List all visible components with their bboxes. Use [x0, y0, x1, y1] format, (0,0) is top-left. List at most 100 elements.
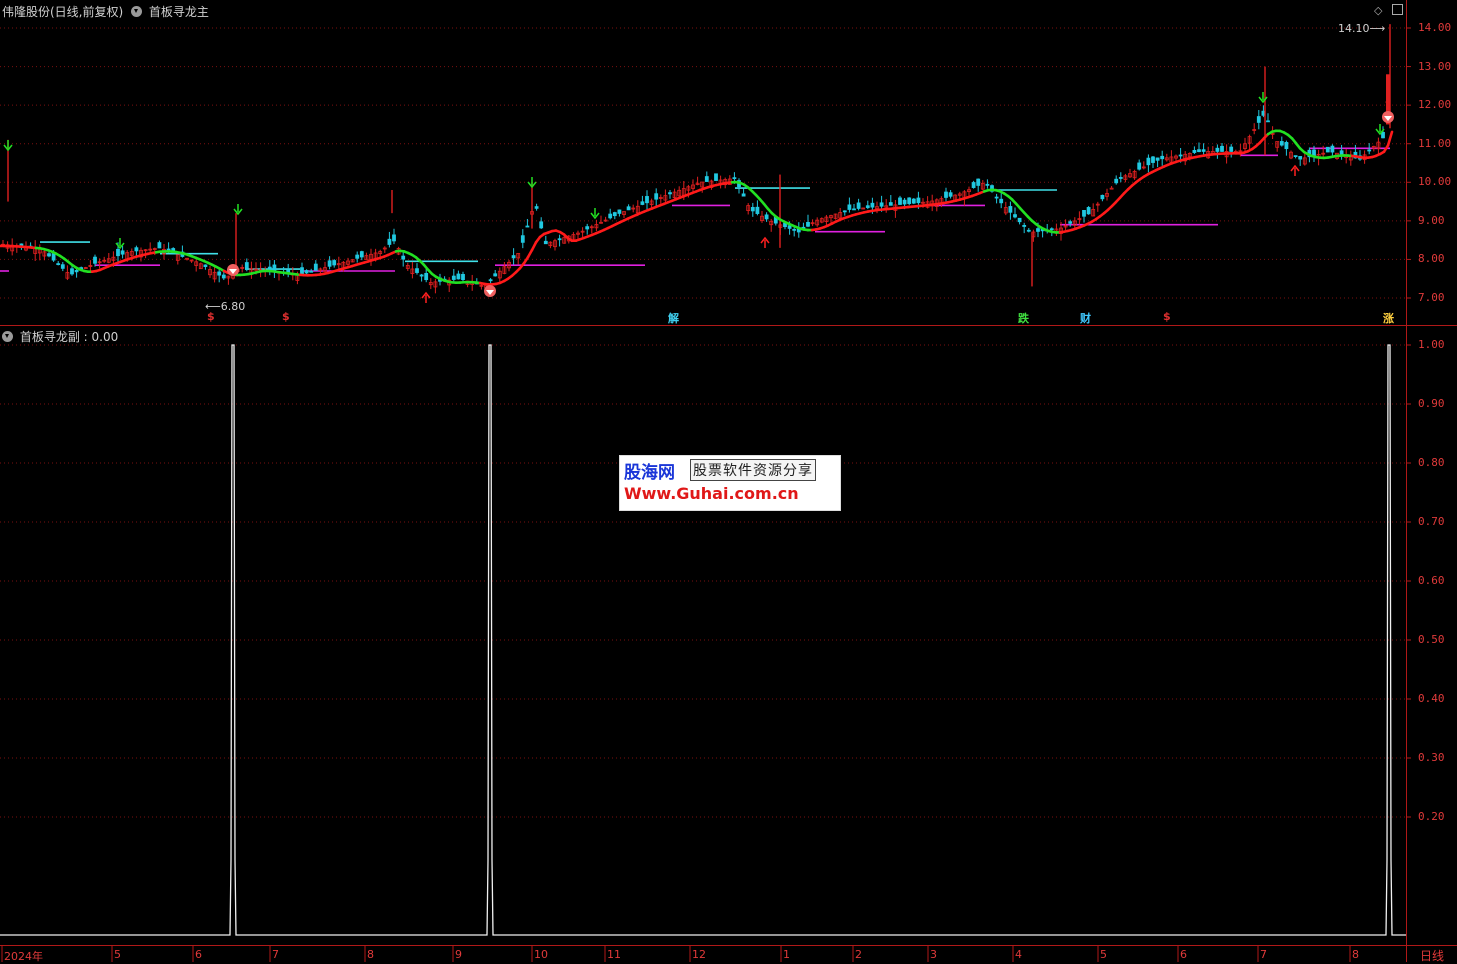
- candle-body: [807, 222, 810, 226]
- candle-body: [540, 222, 543, 228]
- x-label: 1: [783, 948, 790, 961]
- y-label: 0.90: [1418, 397, 1445, 410]
- candle-body: [521, 236, 524, 243]
- candle-body: [655, 194, 658, 199]
- x-label: 6: [195, 948, 202, 961]
- candle-body: [899, 198, 902, 205]
- candle-body: [1230, 147, 1233, 151]
- candle-body: [121, 251, 124, 254]
- y-label: 9.00: [1418, 214, 1445, 227]
- candle-body: [871, 203, 874, 207]
- candle-body: [301, 268, 304, 275]
- candle-body: [1087, 207, 1090, 213]
- candle-body: [158, 243, 161, 248]
- candle-body: [756, 207, 759, 213]
- candle-body: [733, 178, 736, 179]
- candle-body: [356, 255, 359, 258]
- candle-body: [669, 193, 672, 194]
- candle-body: [1018, 218, 1021, 221]
- candle-body: [310, 271, 313, 272]
- candle-body: [1285, 142, 1288, 148]
- candle-body: [75, 270, 78, 271]
- trend-segment: [1388, 132, 1392, 146]
- candle-body: [972, 183, 975, 188]
- trend-segment: [532, 242, 536, 250]
- candle-body: [977, 179, 980, 185]
- candle-body: [1014, 215, 1017, 217]
- candle-body: [793, 229, 796, 230]
- candle-body: [1198, 150, 1201, 152]
- candle-body: [751, 207, 754, 210]
- candle-body: [1382, 132, 1385, 137]
- candle-body: [57, 264, 60, 265]
- candle-body: [1326, 147, 1329, 152]
- x-label: 6: [1180, 948, 1187, 961]
- x-label: 8: [367, 948, 374, 961]
- candle-body: [917, 198, 920, 203]
- candle-body: [1161, 156, 1164, 158]
- y-label: 10.00: [1418, 175, 1451, 188]
- candle-body: [903, 200, 906, 204]
- candle-body: [912, 199, 915, 203]
- candle-body: [1009, 206, 1012, 212]
- candle-body: [402, 256, 405, 259]
- signal-label: $: [207, 310, 215, 323]
- candle-body: [788, 226, 791, 229]
- candle-body: [1156, 158, 1159, 160]
- sub-signal-line: [0, 345, 1406, 935]
- x-axis-ticks: [2, 946, 1350, 962]
- candle-body: [949, 193, 952, 197]
- x-label: 10: [534, 948, 548, 961]
- candle-body: [1037, 229, 1040, 232]
- candle-body: [715, 174, 718, 181]
- signal-label: $: [282, 310, 290, 323]
- candle-body: [618, 210, 621, 213]
- candle-body: [544, 241, 547, 243]
- candle-body: [462, 274, 465, 279]
- signal-label: $: [1163, 310, 1171, 323]
- candle-body: [742, 194, 745, 196]
- candle-body: [1313, 150, 1316, 156]
- candle-body: [1147, 158, 1150, 165]
- x-label: 2: [855, 948, 862, 961]
- main-grid: [0, 28, 1411, 298]
- candle-body: [848, 205, 851, 210]
- candle-body: [420, 275, 423, 276]
- sub-grid: [0, 345, 1411, 817]
- candle-body: [416, 269, 419, 273]
- x-label: 4: [1015, 948, 1022, 961]
- period-label[interactable]: 日线: [1420, 947, 1444, 964]
- candle-body: [393, 235, 396, 241]
- candle-body: [1221, 146, 1224, 151]
- candle-body: [512, 256, 515, 258]
- candle-body: [1340, 151, 1343, 155]
- x-label: 5: [114, 948, 121, 961]
- candle-body: [135, 248, 138, 251]
- candle-body: [908, 198, 911, 204]
- y-label: 1.00: [1418, 338, 1445, 351]
- y-label: 0.80: [1418, 456, 1445, 469]
- candle-body: [328, 261, 331, 267]
- sub-indicator-name[interactable]: 首板寻龙副 : 0.00: [20, 330, 118, 344]
- candle-body: [1179, 155, 1182, 156]
- candle-body: [1257, 117, 1260, 123]
- candle-body: [558, 239, 561, 240]
- dropdown-icon[interactable]: [2, 331, 13, 342]
- candle-body: [452, 276, 455, 279]
- candle-body: [1299, 156, 1302, 159]
- x-label: 7: [272, 948, 279, 961]
- candle-body: [1193, 150, 1196, 152]
- candle-body: [1050, 229, 1053, 230]
- candle-body: [48, 254, 51, 256]
- candle-body: [986, 184, 989, 185]
- watermark-brand: 股海网: [624, 458, 675, 483]
- candle-body: [646, 196, 649, 202]
- sub-indicator-line: [0, 345, 1406, 935]
- candle-body: [526, 226, 529, 227]
- candle-body: [204, 265, 207, 267]
- candle-body: [1069, 222, 1072, 224]
- candle-body: [995, 197, 998, 198]
- candle-body: [1267, 121, 1270, 122]
- candle-body: [1138, 163, 1141, 169]
- x-label: 11: [607, 948, 621, 961]
